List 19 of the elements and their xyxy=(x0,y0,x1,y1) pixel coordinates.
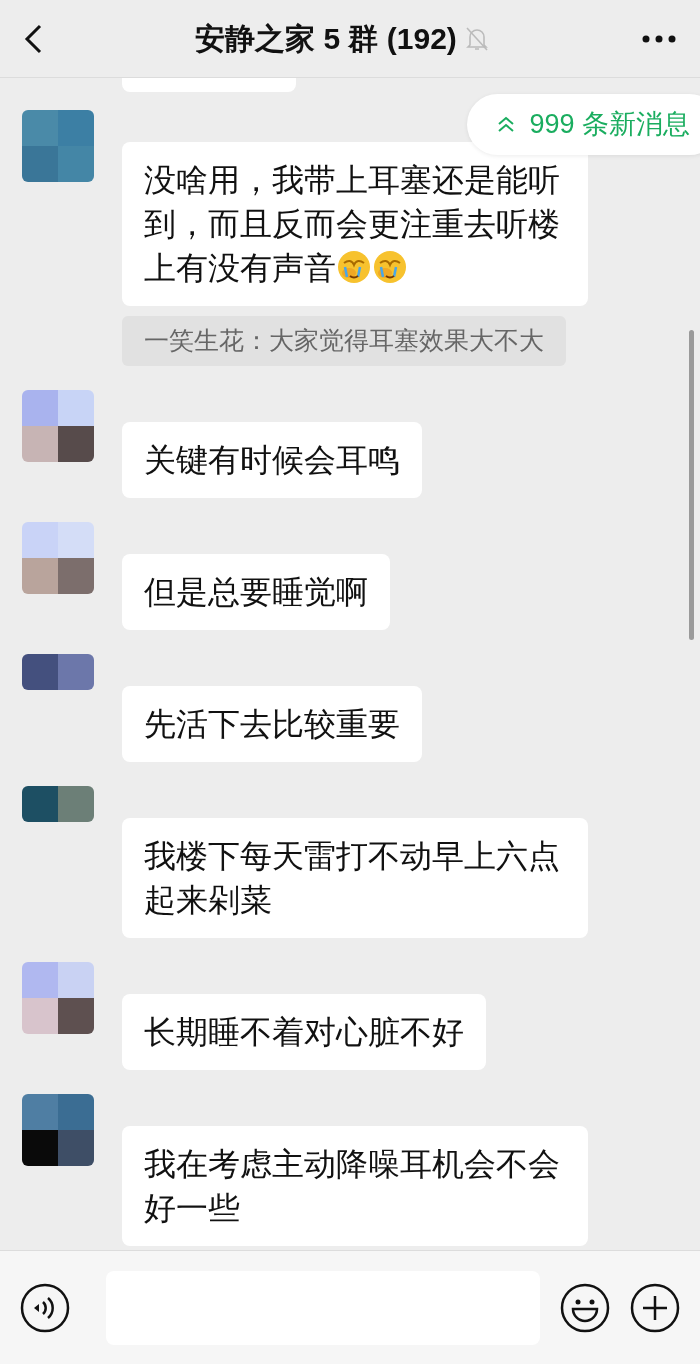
facepalm-emoji-icon xyxy=(336,249,372,285)
quoted-message[interactable]: 一笑生花：大家觉得耳塞效果大不大 xyxy=(122,316,566,366)
message-bubble: 我在考虑主动降噪耳机会不会好一些 xyxy=(122,1125,588,1246)
message-bubble: 但是总要睡觉啊 xyxy=(122,553,390,630)
emoji-icon[interactable] xyxy=(560,1282,610,1333)
message-bubble: 长期睡不着对心脏不好 xyxy=(122,993,486,1070)
message-bubble: 我楼下每天雷打不动早上六点起来剁菜 xyxy=(122,817,588,938)
message-bubble: 先活下去比较重要 xyxy=(122,685,422,762)
back-icon[interactable] xyxy=(24,23,42,54)
message-bubble: 没啥用，我带上耳塞还是能听到，而且反而会更注重去听楼上有没有声音 xyxy=(122,142,588,306)
scrollbar[interactable] xyxy=(689,330,694,640)
double-chevron-up-icon xyxy=(497,115,516,134)
new-messages-button[interactable]: 999 条新消息 xyxy=(467,94,700,155)
voice-icon[interactable] xyxy=(20,1282,70,1333)
message-bubble: 关键有时候会耳鸣 xyxy=(122,421,422,498)
plus-icon[interactable] xyxy=(630,1282,680,1333)
more-icon[interactable] xyxy=(642,34,676,43)
chat-title: 安静之家 5 群 (192) xyxy=(195,21,457,57)
facepalm-emoji-icon xyxy=(372,249,408,285)
